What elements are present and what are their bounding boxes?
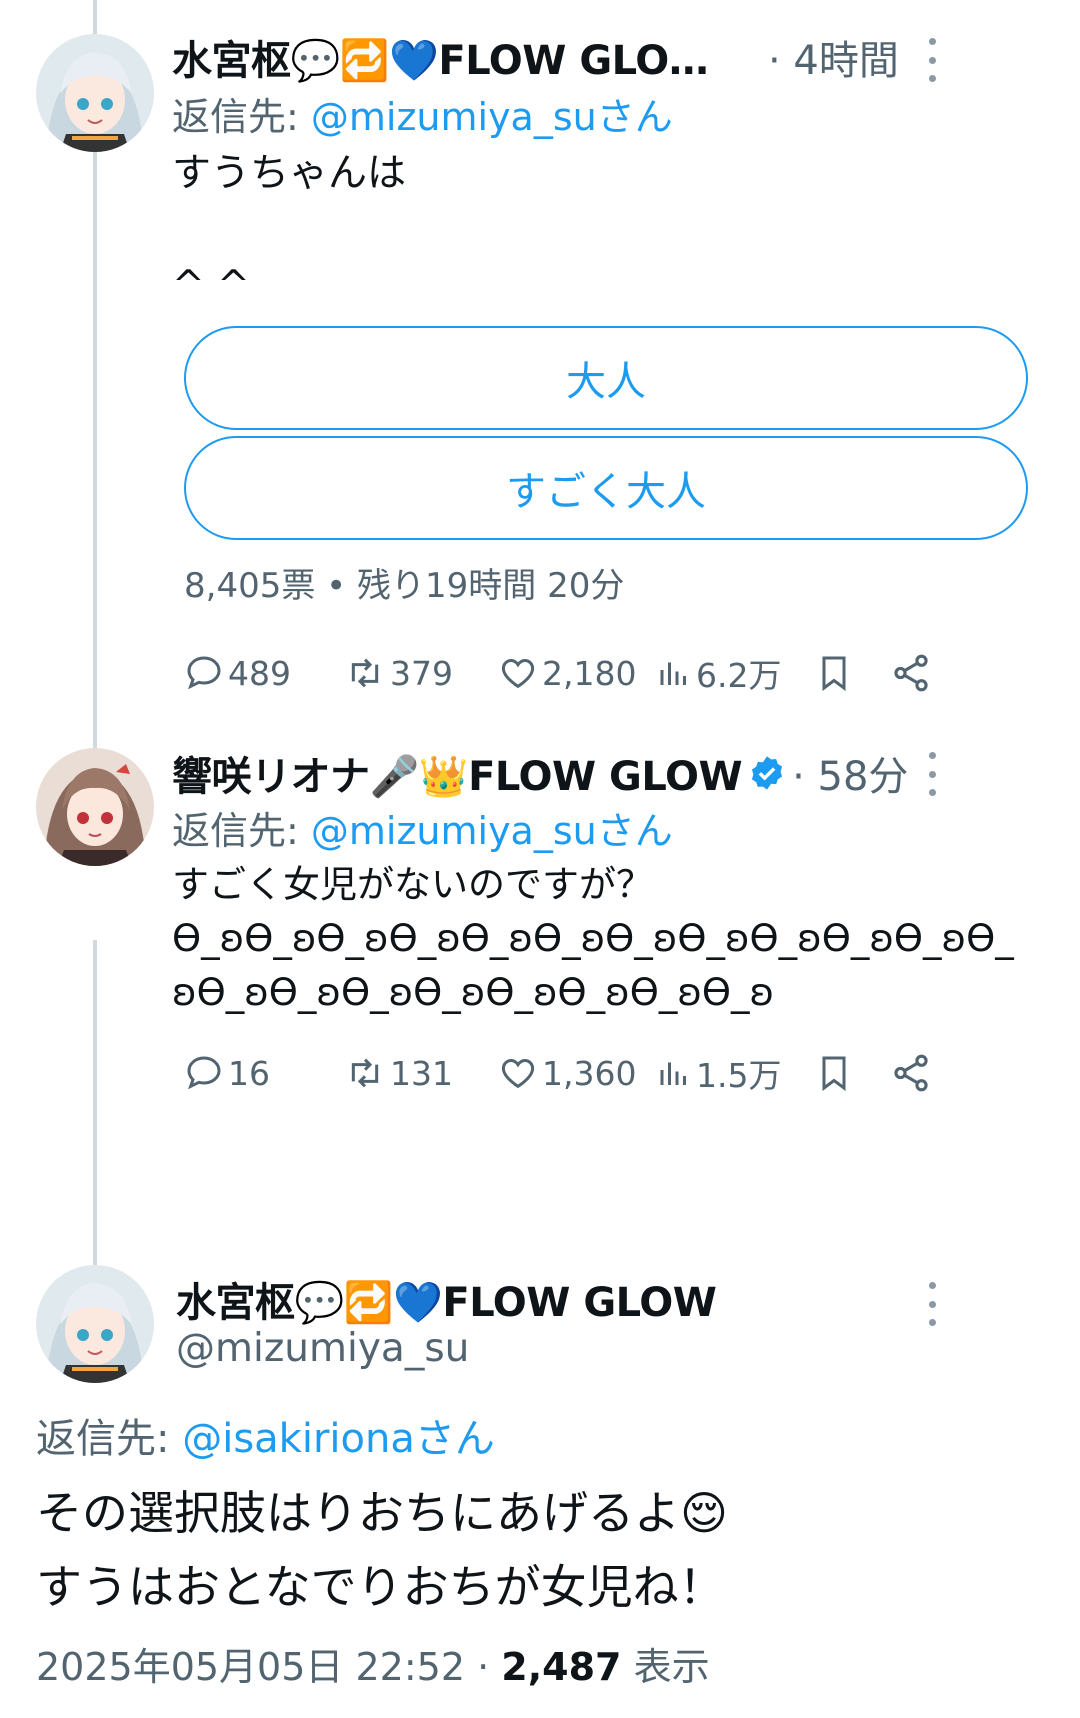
reply-to-handle[interactable]: @isakirionaさん — [182, 1416, 495, 1462]
reply-to-label: 返信先: — [172, 809, 311, 853]
reply-to: 返信先: @mizumiya_suさん — [172, 86, 673, 141]
author-name[interactable]: 水宮枢💬🔁💙FLOW GLOW … — [172, 28, 732, 86]
poll-option-2[interactable]: すごく大人 — [184, 436, 1028, 540]
retweet-icon — [351, 658, 379, 688]
poll-option-1[interactable]: 大人 — [184, 326, 1028, 430]
bookmark-button[interactable] — [814, 648, 858, 698]
bookmark-icon — [822, 656, 846, 691]
reply-count: 16 — [228, 1053, 270, 1093]
tweet-time[interactable]: · 4時間 — [768, 28, 899, 86]
retweet-button[interactable]: 379 — [344, 648, 453, 698]
reply-to: 返信先: @isakirionaさん — [36, 1406, 495, 1464]
reply-button[interactable]: 16 — [184, 1048, 270, 1098]
like-count: 1,360 — [542, 1053, 637, 1093]
tweet-text: すうちゃんは ^ ^ — [172, 151, 407, 308]
focus-tweet-header: 水宮枢💬🔁💙FLOW GLOW — [176, 1270, 716, 1328]
views-button[interactable]: 1.5万 — [656, 1048, 781, 1098]
views-icon — [660, 1062, 686, 1085]
heart-icon — [501, 1058, 535, 1089]
reply-to-label: 返信先: — [172, 95, 311, 139]
thread-line — [93, 150, 97, 780]
thread-line — [93, 0, 97, 34]
author-name[interactable]: 響咲リオナ🎤👑FLOW GLOW — [172, 744, 742, 802]
like-button[interactable]: 2,180 — [498, 648, 636, 698]
like-count: 2,180 — [542, 653, 637, 693]
views-count: 1.5万 — [696, 1056, 782, 1095]
share-button[interactable] — [890, 1048, 936, 1098]
views-label: 表示 — [633, 1645, 710, 1689]
more-options-icon[interactable] — [922, 1282, 942, 1326]
focus-tweet-text-line-2: すうはおとなでりおちが女児ね！ — [36, 1560, 725, 1614]
tweet-timestamp: 2025年05月05日 22:52 · 2,487 表示 — [36, 1636, 710, 1691]
verified-badge-icon — [752, 756, 783, 790]
reply-icon — [187, 1056, 221, 1090]
tweet-time[interactable]: · 58分 — [792, 744, 908, 802]
retweet-count: 379 — [390, 653, 453, 693]
more-options-icon[interactable] — [922, 38, 942, 82]
action-bar: 489 379 2,180 6.2万 — [184, 648, 1014, 698]
author-handle[interactable]: @mizumiya_su — [176, 1326, 469, 1371]
retweet-icon — [351, 1058, 379, 1088]
reply-to-handle[interactable]: @mizumiya_suさん — [311, 809, 673, 853]
retweet-count: 131 — [390, 1053, 453, 1093]
avatar-isakiriona[interactable] — [36, 748, 154, 866]
views-icon — [660, 662, 686, 685]
focus-tweet-text-line-1: その選択肢はりおちにあげるよ😌 — [36, 1486, 728, 1540]
views-button[interactable]: 6.2万 — [656, 648, 781, 698]
poll-meta: 8,405票 • 残り19時間 20分 — [184, 566, 625, 606]
views-count: 2,487 — [501, 1645, 622, 1689]
author-name[interactable]: 水宮枢💬🔁💙FLOW GLOW — [176, 1270, 716, 1328]
tweet-text: すごく女児がないのですが？ ϴ_ʚϴ_ʚϴ_ʚϴ_ʚϴ_ʚϴ_ʚϴ_ʚϴ_ʚϴ_… — [172, 863, 1014, 1014]
thread-line — [93, 940, 97, 1265]
action-bar: 16 131 1,360 1.5万 — [184, 1048, 1014, 1098]
like-button[interactable]: 1,360 — [498, 1048, 636, 1098]
avatar-mizumiya[interactable] — [36, 1265, 154, 1383]
reply-count: 489 — [228, 653, 291, 693]
reply-to-handle[interactable]: @mizumiya_suさん — [311, 95, 673, 139]
tweet-date[interactable]: 2025年05月05日 22:52 — [36, 1645, 465, 1689]
share-icon — [894, 1054, 928, 1092]
more-options-icon[interactable] — [922, 752, 942, 796]
reply-icon — [187, 656, 221, 690]
share-icon — [894, 654, 928, 692]
heart-icon — [501, 658, 535, 689]
bookmark-icon — [822, 1056, 846, 1091]
tweet-header: 水宮枢💬🔁💙FLOW GLOW … · 4時間 — [172, 28, 912, 86]
reply-to: 返信先: @mizumiya_suさん — [172, 800, 673, 855]
tweet-header: 響咲リオナ🎤👑FLOW GLOW · 58分 — [172, 744, 912, 802]
reply-button[interactable]: 489 — [184, 648, 291, 698]
separator-dot: · — [477, 1645, 490, 1689]
views-count: 6.2万 — [696, 656, 782, 695]
avatar-mizumiya[interactable] — [36, 34, 154, 152]
retweet-button[interactable]: 131 — [344, 1048, 453, 1098]
bookmark-button[interactable] — [814, 1048, 858, 1098]
reply-to-label: 返信先: — [36, 1416, 183, 1462]
share-button[interactable] — [890, 648, 936, 698]
